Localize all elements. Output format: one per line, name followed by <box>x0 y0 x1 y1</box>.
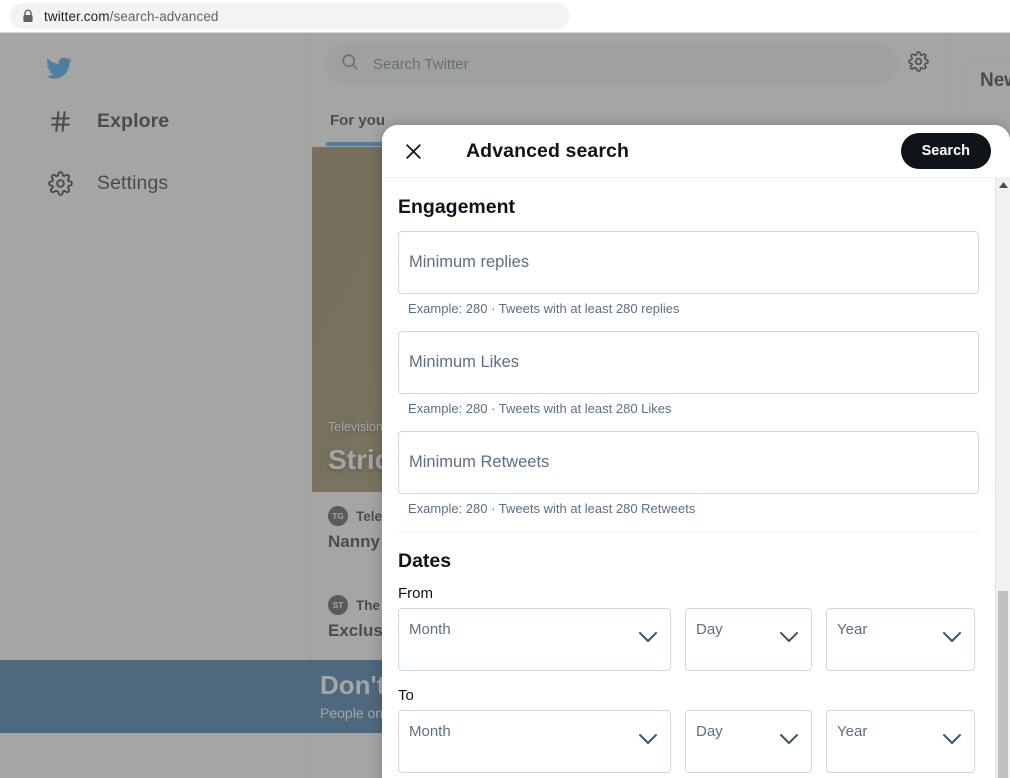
modal-header: Advanced search Search <box>382 125 1010 178</box>
gear-icon <box>44 170 76 196</box>
search-settings-button[interactable] <box>898 51 938 77</box>
search-row: Search Twitter <box>312 33 950 95</box>
from-year-select[interactable]: Year <box>826 608 975 671</box>
page-title: Advanced search <box>466 139 629 162</box>
scrollbar-thumb[interactable] <box>998 591 1008 778</box>
min-retweets-input[interactable]: Minimum Retweets <box>398 431 979 494</box>
field-group-min-likes: Minimum Likes Example: 280 · Tweets with… <box>398 331 979 416</box>
twitter-bird-icon[interactable] <box>44 51 311 85</box>
to-year-select[interactable]: Year <box>826 710 975 773</box>
min-likes-hint: Example: 280 · Tweets with at least 280 … <box>408 401 672 416</box>
from-month-select[interactable]: Month <box>398 608 671 671</box>
sidebar-item-label: Explore <box>97 109 170 132</box>
field-group-min-replies: Minimum replies Example: 280 · Tweets wi… <box>398 231 979 316</box>
hero-category: Television <box>328 420 383 434</box>
chevron-down-icon <box>779 732 799 750</box>
from-month-value: Month <box>409 621 451 638</box>
from-day-select[interactable]: Day <box>685 608 812 671</box>
chevron-down-icon <box>779 630 799 648</box>
field-group-min-retweets: Minimum Retweets Example: 280 · Tweets w… <box>398 431 979 516</box>
from-day-value: Day <box>696 621 723 638</box>
scroll-up-arrow-icon[interactable] <box>996 178 1010 193</box>
chevron-down-icon <box>942 732 962 750</box>
chevron-down-icon <box>638 630 658 648</box>
browser-chrome: twitter.com/search-advanced <box>0 0 1010 33</box>
search-icon <box>340 52 359 76</box>
avatar: TG <box>328 506 348 526</box>
section-divider <box>398 531 979 532</box>
min-likes-input[interactable]: Minimum Likes <box>398 331 979 394</box>
modal-body: Engagement Minimum replies Example: 280 … <box>382 178 1010 778</box>
from-label: From <box>398 585 433 602</box>
chevron-down-icon <box>638 732 658 750</box>
twitter-page: Explore Settings Search Twitter For you … <box>0 33 1010 778</box>
modal-scrollbar[interactable] <box>995 178 1010 778</box>
new-to-twitter-title: New to Twitter? <box>980 70 1010 91</box>
modal-scroll-content: Engagement Minimum replies Example: 280 … <box>382 178 995 778</box>
search-input[interactable]: Search Twitter <box>324 43 898 85</box>
lock-icon <box>22 9 34 23</box>
min-retweets-hint: Example: 280 · Tweets with at least 280 … <box>408 501 696 516</box>
from-year-value: Year <box>837 621 868 638</box>
advanced-search-modal: Advanced search Search Engagement Minimu… <box>382 125 1010 778</box>
to-year-value: Year <box>837 723 868 740</box>
to-label: To <box>398 687 414 704</box>
close-icon[interactable] <box>396 134 430 168</box>
min-replies-hint: Example: 280 · Tweets with at least 280 … <box>408 301 680 316</box>
section-heading-dates: Dates <box>398 550 452 572</box>
to-month-value: Month <box>409 723 451 740</box>
search-button[interactable]: Search <box>900 133 991 169</box>
search-placeholder: Search Twitter <box>373 55 469 73</box>
chevron-down-icon <box>942 630 962 648</box>
url-path: /search-advanced <box>109 8 219 24</box>
to-day-select[interactable]: Day <box>685 710 812 773</box>
hashtag-icon <box>44 109 76 134</box>
address-bar[interactable]: twitter.com/search-advanced <box>10 3 570 29</box>
to-date-row: Month Day Year <box>398 710 979 773</box>
avatar: ST <box>328 595 348 616</box>
to-day-value: Day <box>696 723 723 740</box>
hero-title: Stric <box>328 444 391 475</box>
min-replies-placeholder: Minimum replies <box>409 253 530 271</box>
to-month-select[interactable]: Month <box>398 710 671 773</box>
from-date-row: Month Day Year <box>398 608 979 671</box>
url-domain: twitter.com <box>44 8 110 24</box>
tab-label: For you <box>330 112 385 129</box>
sidebar-item-settings[interactable]: Settings <box>44 157 311 209</box>
sidebar-item-label: Settings <box>97 171 169 194</box>
sidebar-item-explore[interactable]: Explore <box>44 95 311 147</box>
min-likes-placeholder: Minimum Likes <box>409 353 520 371</box>
min-retweets-placeholder: Minimum Retweets <box>409 453 550 471</box>
gear-icon <box>907 51 929 77</box>
address-bar-text: twitter.com/search-advanced <box>44 9 219 24</box>
min-replies-input[interactable]: Minimum replies <box>398 231 979 294</box>
section-heading-engagement: Engagement <box>398 196 516 218</box>
